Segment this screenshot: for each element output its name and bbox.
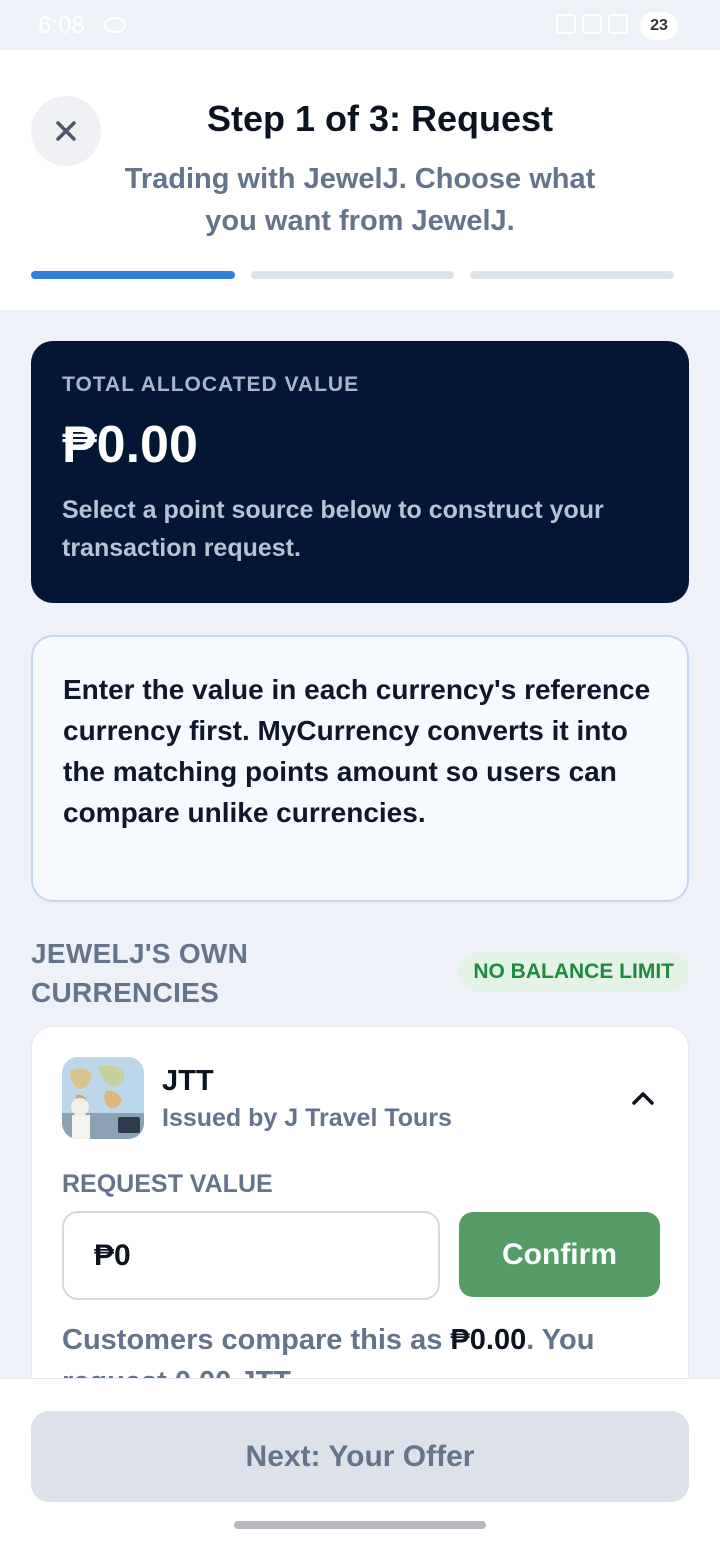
bottom-bar: Next: Your Offer (0, 1378, 720, 1560)
gesture-bar[interactable] (234, 1521, 486, 1529)
currency-name: JTT (162, 1065, 214, 1097)
battery-indicator: 23 (640, 12, 678, 40)
total-value-card: TOTAL ALLOCATED VALUE ₱0.00 Select a poi… (31, 341, 689, 603)
page-title: Step 1 of 3: Request (206, 98, 554, 139)
info-card: Enter the value in each currency's refer… (31, 635, 689, 902)
map-image (62, 1057, 144, 1139)
total-amount: ₱0.00 (62, 416, 198, 474)
confirm-button[interactable]: Confirm (459, 1212, 660, 1297)
status-bar: 6:08 23 (0, 0, 720, 50)
status-icons (556, 14, 628, 34)
section-title: JEWELJ'S OWN CURRENCIES (31, 938, 249, 1008)
progress-step-3 (470, 271, 675, 279)
total-hint: Select a point source below to construct… (62, 496, 604, 562)
close-button[interactable] (31, 96, 101, 166)
request-value-input[interactable] (62, 1211, 440, 1300)
signal-icon (608, 14, 628, 34)
close-icon (56, 121, 76, 141)
request-value-label: REQUEST VALUE (62, 1170, 273, 1198)
progress-step-2 (250, 271, 455, 279)
status-time: 6:08 (38, 12, 85, 39)
mute-icon (556, 14, 576, 34)
currency-issuer: Issued by J Travel Tours (162, 1104, 452, 1132)
progress-step-1 (31, 271, 235, 279)
eye-icon (104, 17, 126, 33)
compare-amount: ₱0.00 (450, 1324, 527, 1356)
next-button[interactable]: Next: Your Offer (31, 1411, 689, 1502)
compare-prefix: Customers compare this as (62, 1324, 451, 1356)
wifi-icon (582, 14, 602, 34)
currency-avatar (62, 1057, 144, 1139)
collapse-toggle[interactable] (628, 1083, 658, 1113)
total-label: TOTAL ALLOCATED VALUE (62, 373, 360, 396)
chevron-up-icon (632, 1092, 654, 1105)
currency-card: JTT Issued by J Travel Tours REQUEST VAL… (31, 1026, 689, 1426)
page-subtitle: Trading with JewelJ. Choose what you wan… (124, 163, 596, 237)
balance-limit-badge: NO BALANCE LIMIT (458, 953, 689, 991)
header: Step 1 of 3: Request Trading with JewelJ… (0, 50, 720, 310)
step-progress (31, 271, 675, 279)
